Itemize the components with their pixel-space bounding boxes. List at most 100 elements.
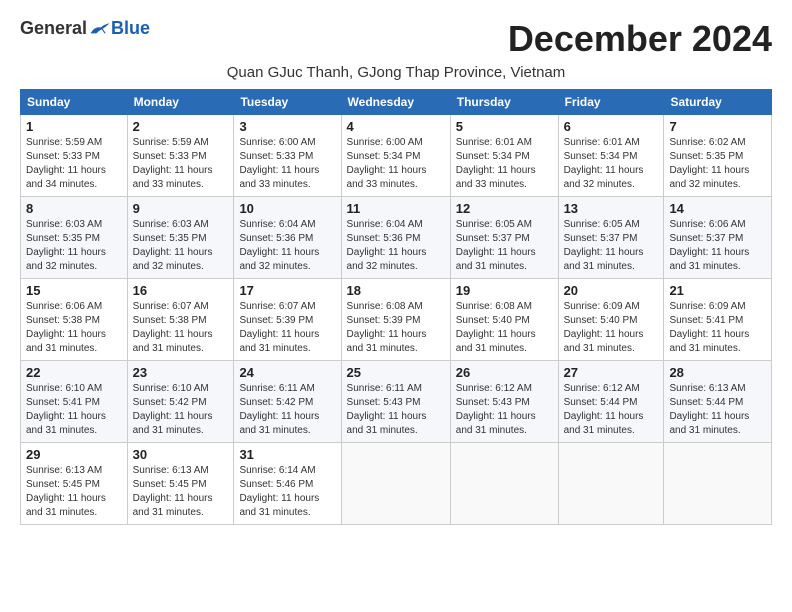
- calendar-cell: 3 Sunrise: 6:00 AMSunset: 5:33 PMDayligh…: [234, 115, 341, 197]
- day-info: Sunrise: 6:06 AMSunset: 5:37 PMDaylight:…: [669, 219, 749, 272]
- calendar-table: Sunday Monday Tuesday Wednesday Thursday…: [20, 89, 772, 525]
- day-number: 11: [347, 201, 445, 216]
- day-number: 4: [347, 119, 445, 134]
- col-wednesday: Wednesday: [341, 90, 450, 115]
- day-info: Sunrise: 6:14 AMSunset: 5:46 PMDaylight:…: [239, 465, 319, 518]
- calendar-cell: 25 Sunrise: 6:11 AMSunset: 5:43 PMDaylig…: [341, 361, 450, 443]
- calendar-cell: 14 Sunrise: 6:06 AMSunset: 5:37 PMDaylig…: [664, 197, 772, 279]
- day-info: Sunrise: 6:11 AMSunset: 5:43 PMDaylight:…: [347, 383, 427, 436]
- calendar-cell: [558, 443, 664, 525]
- calendar-cell: 21 Sunrise: 6:09 AMSunset: 5:41 PMDaylig…: [664, 279, 772, 361]
- header-row: Sunday Monday Tuesday Wednesday Thursday…: [21, 90, 772, 115]
- calendar-cell: 5 Sunrise: 6:01 AMSunset: 5:34 PMDayligh…: [450, 115, 558, 197]
- day-number: 19: [456, 283, 553, 298]
- calendar-cell: 27 Sunrise: 6:12 AMSunset: 5:44 PMDaylig…: [558, 361, 664, 443]
- calendar-cell: 28 Sunrise: 6:13 AMSunset: 5:44 PMDaylig…: [664, 361, 772, 443]
- day-info: Sunrise: 6:13 AMSunset: 5:45 PMDaylight:…: [133, 465, 213, 518]
- calendar-cell: 24 Sunrise: 6:11 AMSunset: 5:42 PMDaylig…: [234, 361, 341, 443]
- header: General Blue December 2024: [20, 18, 772, 60]
- calendar-cell: 8 Sunrise: 6:03 AMSunset: 5:35 PMDayligh…: [21, 197, 128, 279]
- calendar-cell: [341, 443, 450, 525]
- day-info: Sunrise: 6:04 AMSunset: 5:36 PMDaylight:…: [239, 219, 319, 272]
- logo-bird-icon: [89, 20, 111, 38]
- calendar-cell: 16 Sunrise: 6:07 AMSunset: 5:38 PMDaylig…: [127, 279, 234, 361]
- day-number: 15: [26, 283, 122, 298]
- day-info: Sunrise: 6:11 AMSunset: 5:42 PMDaylight:…: [239, 383, 319, 436]
- day-info: Sunrise: 6:07 AMSunset: 5:38 PMDaylight:…: [133, 301, 213, 354]
- day-number: 20: [564, 283, 659, 298]
- calendar-cell: 17 Sunrise: 6:07 AMSunset: 5:39 PMDaylig…: [234, 279, 341, 361]
- calendar-cell: 15 Sunrise: 6:06 AMSunset: 5:38 PMDaylig…: [21, 279, 128, 361]
- day-number: 12: [456, 201, 553, 216]
- day-info: Sunrise: 6:12 AMSunset: 5:43 PMDaylight:…: [456, 383, 536, 436]
- day-number: 6: [564, 119, 659, 134]
- day-number: 5: [456, 119, 553, 134]
- day-info: Sunrise: 6:08 AMSunset: 5:39 PMDaylight:…: [347, 301, 427, 354]
- day-info: Sunrise: 6:00 AMSunset: 5:33 PMDaylight:…: [239, 137, 319, 190]
- calendar-cell: 12 Sunrise: 6:05 AMSunset: 5:37 PMDaylig…: [450, 197, 558, 279]
- day-number: 3: [239, 119, 335, 134]
- day-number: 2: [133, 119, 229, 134]
- col-saturday: Saturday: [664, 90, 772, 115]
- day-number: 17: [239, 283, 335, 298]
- day-number: 18: [347, 283, 445, 298]
- day-number: 21: [669, 283, 766, 298]
- page: General Blue December 2024 Quan GJuc Tha…: [0, 0, 792, 535]
- day-number: 13: [564, 201, 659, 216]
- day-info: Sunrise: 6:08 AMSunset: 5:40 PMDaylight:…: [456, 301, 536, 354]
- day-number: 27: [564, 365, 659, 380]
- calendar-cell: 1 Sunrise: 5:59 AMSunset: 5:33 PMDayligh…: [21, 115, 128, 197]
- col-tuesday: Tuesday: [234, 90, 341, 115]
- calendar-cell: 20 Sunrise: 6:09 AMSunset: 5:40 PMDaylig…: [558, 279, 664, 361]
- calendar-cell: [450, 443, 558, 525]
- day-number: 22: [26, 365, 122, 380]
- day-number: 25: [347, 365, 445, 380]
- day-info: Sunrise: 6:13 AMSunset: 5:45 PMDaylight:…: [26, 465, 106, 518]
- day-number: 30: [133, 447, 229, 462]
- calendar-cell: 7 Sunrise: 6:02 AMSunset: 5:35 PMDayligh…: [664, 115, 772, 197]
- day-info: Sunrise: 6:05 AMSunset: 5:37 PMDaylight:…: [456, 219, 536, 272]
- month-title: December 2024: [508, 18, 772, 60]
- day-info: Sunrise: 6:13 AMSunset: 5:44 PMDaylight:…: [669, 383, 749, 436]
- day-info: Sunrise: 6:03 AMSunset: 5:35 PMDaylight:…: [26, 219, 106, 272]
- day-number: 24: [239, 365, 335, 380]
- day-info: Sunrise: 6:07 AMSunset: 5:39 PMDaylight:…: [239, 301, 319, 354]
- day-info: Sunrise: 6:03 AMSunset: 5:35 PMDaylight:…: [133, 219, 213, 272]
- day-info: Sunrise: 6:09 AMSunset: 5:41 PMDaylight:…: [669, 301, 749, 354]
- logo-blue: Blue: [111, 18, 150, 39]
- day-number: 16: [133, 283, 229, 298]
- day-info: Sunrise: 6:01 AMSunset: 5:34 PMDaylight:…: [456, 137, 536, 190]
- day-info: Sunrise: 6:06 AMSunset: 5:38 PMDaylight:…: [26, 301, 106, 354]
- day-number: 31: [239, 447, 335, 462]
- calendar-cell: 6 Sunrise: 6:01 AMSunset: 5:34 PMDayligh…: [558, 115, 664, 197]
- calendar-cell: [664, 443, 772, 525]
- day-info: Sunrise: 6:10 AMSunset: 5:42 PMDaylight:…: [133, 383, 213, 436]
- calendar-cell: 18 Sunrise: 6:08 AMSunset: 5:39 PMDaylig…: [341, 279, 450, 361]
- calendar-cell: 10 Sunrise: 6:04 AMSunset: 5:36 PMDaylig…: [234, 197, 341, 279]
- calendar-cell: 23 Sunrise: 6:10 AMSunset: 5:42 PMDaylig…: [127, 361, 234, 443]
- calendar-cell: 11 Sunrise: 6:04 AMSunset: 5:36 PMDaylig…: [341, 197, 450, 279]
- day-info: Sunrise: 6:00 AMSunset: 5:34 PMDaylight:…: [347, 137, 427, 190]
- day-info: Sunrise: 6:01 AMSunset: 5:34 PMDaylight:…: [564, 137, 644, 190]
- day-info: Sunrise: 6:05 AMSunset: 5:37 PMDaylight:…: [564, 219, 644, 272]
- calendar-cell: 22 Sunrise: 6:10 AMSunset: 5:41 PMDaylig…: [21, 361, 128, 443]
- calendar-cell: 29 Sunrise: 6:13 AMSunset: 5:45 PMDaylig…: [21, 443, 128, 525]
- day-number: 10: [239, 201, 335, 216]
- calendar-cell: 19 Sunrise: 6:08 AMSunset: 5:40 PMDaylig…: [450, 279, 558, 361]
- day-info: Sunrise: 6:10 AMSunset: 5:41 PMDaylight:…: [26, 383, 106, 436]
- day-number: 9: [133, 201, 229, 216]
- calendar-cell: 9 Sunrise: 6:03 AMSunset: 5:35 PMDayligh…: [127, 197, 234, 279]
- day-number: 14: [669, 201, 766, 216]
- calendar-cell: 4 Sunrise: 6:00 AMSunset: 5:34 PMDayligh…: [341, 115, 450, 197]
- day-number: 8: [26, 201, 122, 216]
- col-thursday: Thursday: [450, 90, 558, 115]
- day-info: Sunrise: 5:59 AMSunset: 5:33 PMDaylight:…: [133, 137, 213, 190]
- calendar-cell: 26 Sunrise: 6:12 AMSunset: 5:43 PMDaylig…: [450, 361, 558, 443]
- day-info: Sunrise: 6:12 AMSunset: 5:44 PMDaylight:…: [564, 383, 644, 436]
- calendar-cell: 30 Sunrise: 6:13 AMSunset: 5:45 PMDaylig…: [127, 443, 234, 525]
- day-info: Sunrise: 6:02 AMSunset: 5:35 PMDaylight:…: [669, 137, 749, 190]
- day-number: 23: [133, 365, 229, 380]
- col-friday: Friday: [558, 90, 664, 115]
- day-info: Sunrise: 6:04 AMSunset: 5:36 PMDaylight:…: [347, 219, 427, 272]
- subtitle: Quan GJuc Thanh, GJong Thap Province, Vi…: [20, 64, 772, 81]
